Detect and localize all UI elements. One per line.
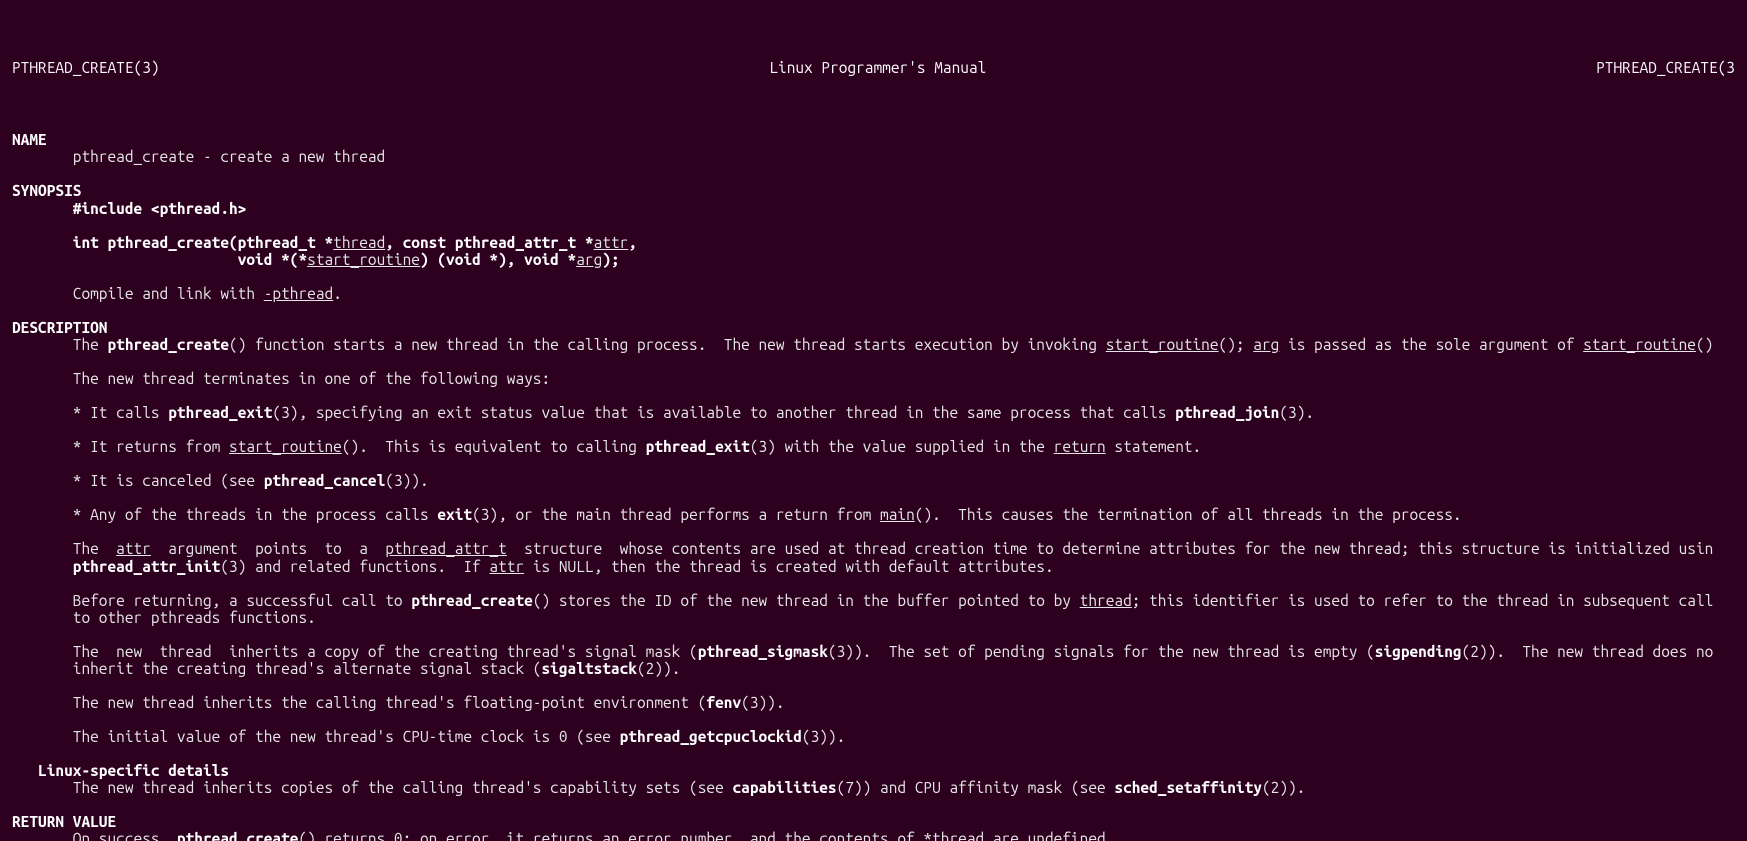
d1-sr2: start_routine: [1583, 336, 1696, 353]
syn-compile-flag: -pthread: [264, 285, 333, 302]
p8-a: The new thread inherits the calling thre…: [12, 694, 706, 711]
b1-a: * It calls: [12, 404, 168, 421]
p8-c: (3)).: [741, 694, 784, 711]
p5-b: argument points to a: [151, 540, 385, 557]
p7b-a: inherit the creating thread's alternate …: [12, 660, 541, 677]
name-body: pthread_create - create a new thread: [12, 148, 385, 165]
man-body[interactable]: NAME pthread_create - create a new threa…: [0, 114, 1747, 841]
p6-a: Before returning, a successful call to: [12, 592, 411, 609]
syn-proto1-pre: [12, 234, 73, 251]
p7b-b: sigaltstack: [541, 660, 636, 677]
p6-thread: thread: [1080, 592, 1132, 609]
p5-attr: attr: [116, 540, 151, 557]
p5-c: structure whose contents are used at thr…: [507, 540, 1714, 557]
d2: The new thread terminates in one of the …: [12, 370, 550, 387]
p5b-d: is NULL, then the thread is created with…: [524, 558, 1053, 575]
b4-main: main: [880, 506, 915, 523]
p9-a: The initial value of the new thread's CP…: [12, 728, 620, 745]
syn-proto2-arg: arg: [576, 251, 602, 268]
p7-b: pthread_sigmask: [698, 643, 828, 660]
b2-b: (). This is equivalent to calling: [342, 438, 646, 455]
b4-b: exit: [437, 506, 472, 523]
d1-e: is passed as the sole argument of: [1279, 336, 1583, 353]
p5b-c: (3) and related functions. If: [220, 558, 489, 575]
b4-c: (3), or the main thread performs a retur…: [472, 506, 880, 523]
b3-c: (3)).: [385, 472, 428, 489]
b2-d: (3) with the value supplied in the: [750, 438, 1054, 455]
p6-b: pthread_create: [411, 592, 533, 609]
syn-proto1-a: int pthread_create(pthread_t *: [73, 234, 333, 251]
syn-proto2-a: void *(*: [238, 251, 307, 268]
syn-compile-post: .: [333, 285, 342, 302]
p5-a: The: [12, 540, 116, 557]
syn-include-pre: [12, 200, 73, 217]
syn-proto1-b: , const pthread_attr_t *: [385, 234, 593, 251]
p6-d: ; this identifier is used to refer to th…: [1132, 592, 1714, 609]
b3-b: pthread_cancel: [264, 472, 386, 489]
b2-ret: return: [1054, 438, 1106, 455]
p6-c: () stores the ID of the new thread in th…: [533, 592, 1080, 609]
d1-arg: arg: [1253, 336, 1279, 353]
p7-e: (2)). The new thread does no: [1462, 643, 1714, 660]
d1-c: () function starts a new thread in the c…: [229, 336, 1106, 353]
p10-e: (2)).: [1262, 779, 1305, 796]
d1-f: (): [1696, 336, 1713, 353]
section-description: DESCRIPTION: [12, 319, 107, 336]
d1-a: The: [12, 336, 107, 353]
p5-pat: pthread_attr_t: [385, 540, 507, 557]
header-right: PTHREAD_CREATE(3: [1596, 59, 1735, 76]
p10-b: capabilities: [732, 779, 836, 796]
syn-include: #include <pthread.h>: [73, 200, 247, 217]
syn-proto1-thread: thread: [333, 234, 385, 251]
b2-a: * It returns from: [12, 438, 229, 455]
syn-compile-pre: Compile and link with: [12, 285, 264, 302]
syn-proto2-pre: [12, 251, 238, 268]
d1-d: ();: [1219, 336, 1254, 353]
syn-proto1-attr: attr: [594, 234, 629, 251]
p10-d: sched_setaffinity: [1114, 779, 1262, 796]
man-header: PTHREAD_CREATE(3) Linux Programmer's Man…: [0, 51, 1747, 80]
b4-d: (). This causes the termination of all t…: [915, 506, 1462, 523]
p9-b: pthread_getcpuclockid: [620, 728, 802, 745]
b1-b: pthread_exit: [168, 404, 272, 421]
section-name: NAME: [12, 131, 47, 148]
d1-sr: start_routine: [1106, 336, 1219, 353]
syn-proto1-c: ,: [628, 234, 637, 251]
p8-b: fenv: [706, 694, 741, 711]
b1-c: (3), specifying an exit status value tha…: [272, 404, 1175, 421]
rv-d: are undefined.: [984, 830, 1114, 841]
b1-d: pthread_join: [1175, 404, 1279, 421]
section-return-value: RETURN VALUE: [12, 813, 116, 830]
p7-d: sigpending: [1375, 643, 1462, 660]
p5b-a: [12, 558, 73, 575]
b4-a: * Any of the threads in the process call…: [12, 506, 437, 523]
b2-c: pthread_exit: [646, 438, 750, 455]
subsection-linux: Linux-specific details: [12, 762, 229, 779]
syn-proto2-c: );: [602, 251, 619, 268]
p5b-b: pthread_attr_init: [73, 558, 221, 575]
p5b-attr: attr: [489, 558, 524, 575]
p7-a: The new thread inherits a copy of the cr…: [12, 643, 698, 660]
syn-proto2-b: ) (void *), void *: [420, 251, 576, 268]
p6b: to other pthreads functions.: [12, 609, 316, 626]
d1-b: pthread_create: [107, 336, 229, 353]
b2-e: statement.: [1106, 438, 1201, 455]
header-left: PTHREAD_CREATE(3): [12, 59, 160, 76]
rv-b: pthread_create: [177, 830, 299, 841]
b2-sr: start_routine: [229, 438, 342, 455]
p7b-c: (2)).: [637, 660, 680, 677]
syn-proto2-sr: start_routine: [307, 251, 420, 268]
p9-c: (3)).: [802, 728, 845, 745]
header-center: Linux Programmer's Manual: [769, 59, 986, 76]
p10-a: The new thread inherits copies of the ca…: [12, 779, 732, 796]
p7-c: (3)). The set of pending signals for the…: [828, 643, 1375, 660]
b1-e: (3).: [1279, 404, 1314, 421]
b3-a: * It is canceled (see: [12, 472, 264, 489]
rv-thread: *thread: [923, 830, 984, 841]
section-synopsis: SYNOPSIS: [12, 182, 81, 199]
rv-a: On success,: [12, 830, 177, 841]
p10-c: (7)) and CPU affinity mask (see: [837, 779, 1115, 796]
rv-c: () returns 0; on error, it returns an er…: [298, 830, 923, 841]
